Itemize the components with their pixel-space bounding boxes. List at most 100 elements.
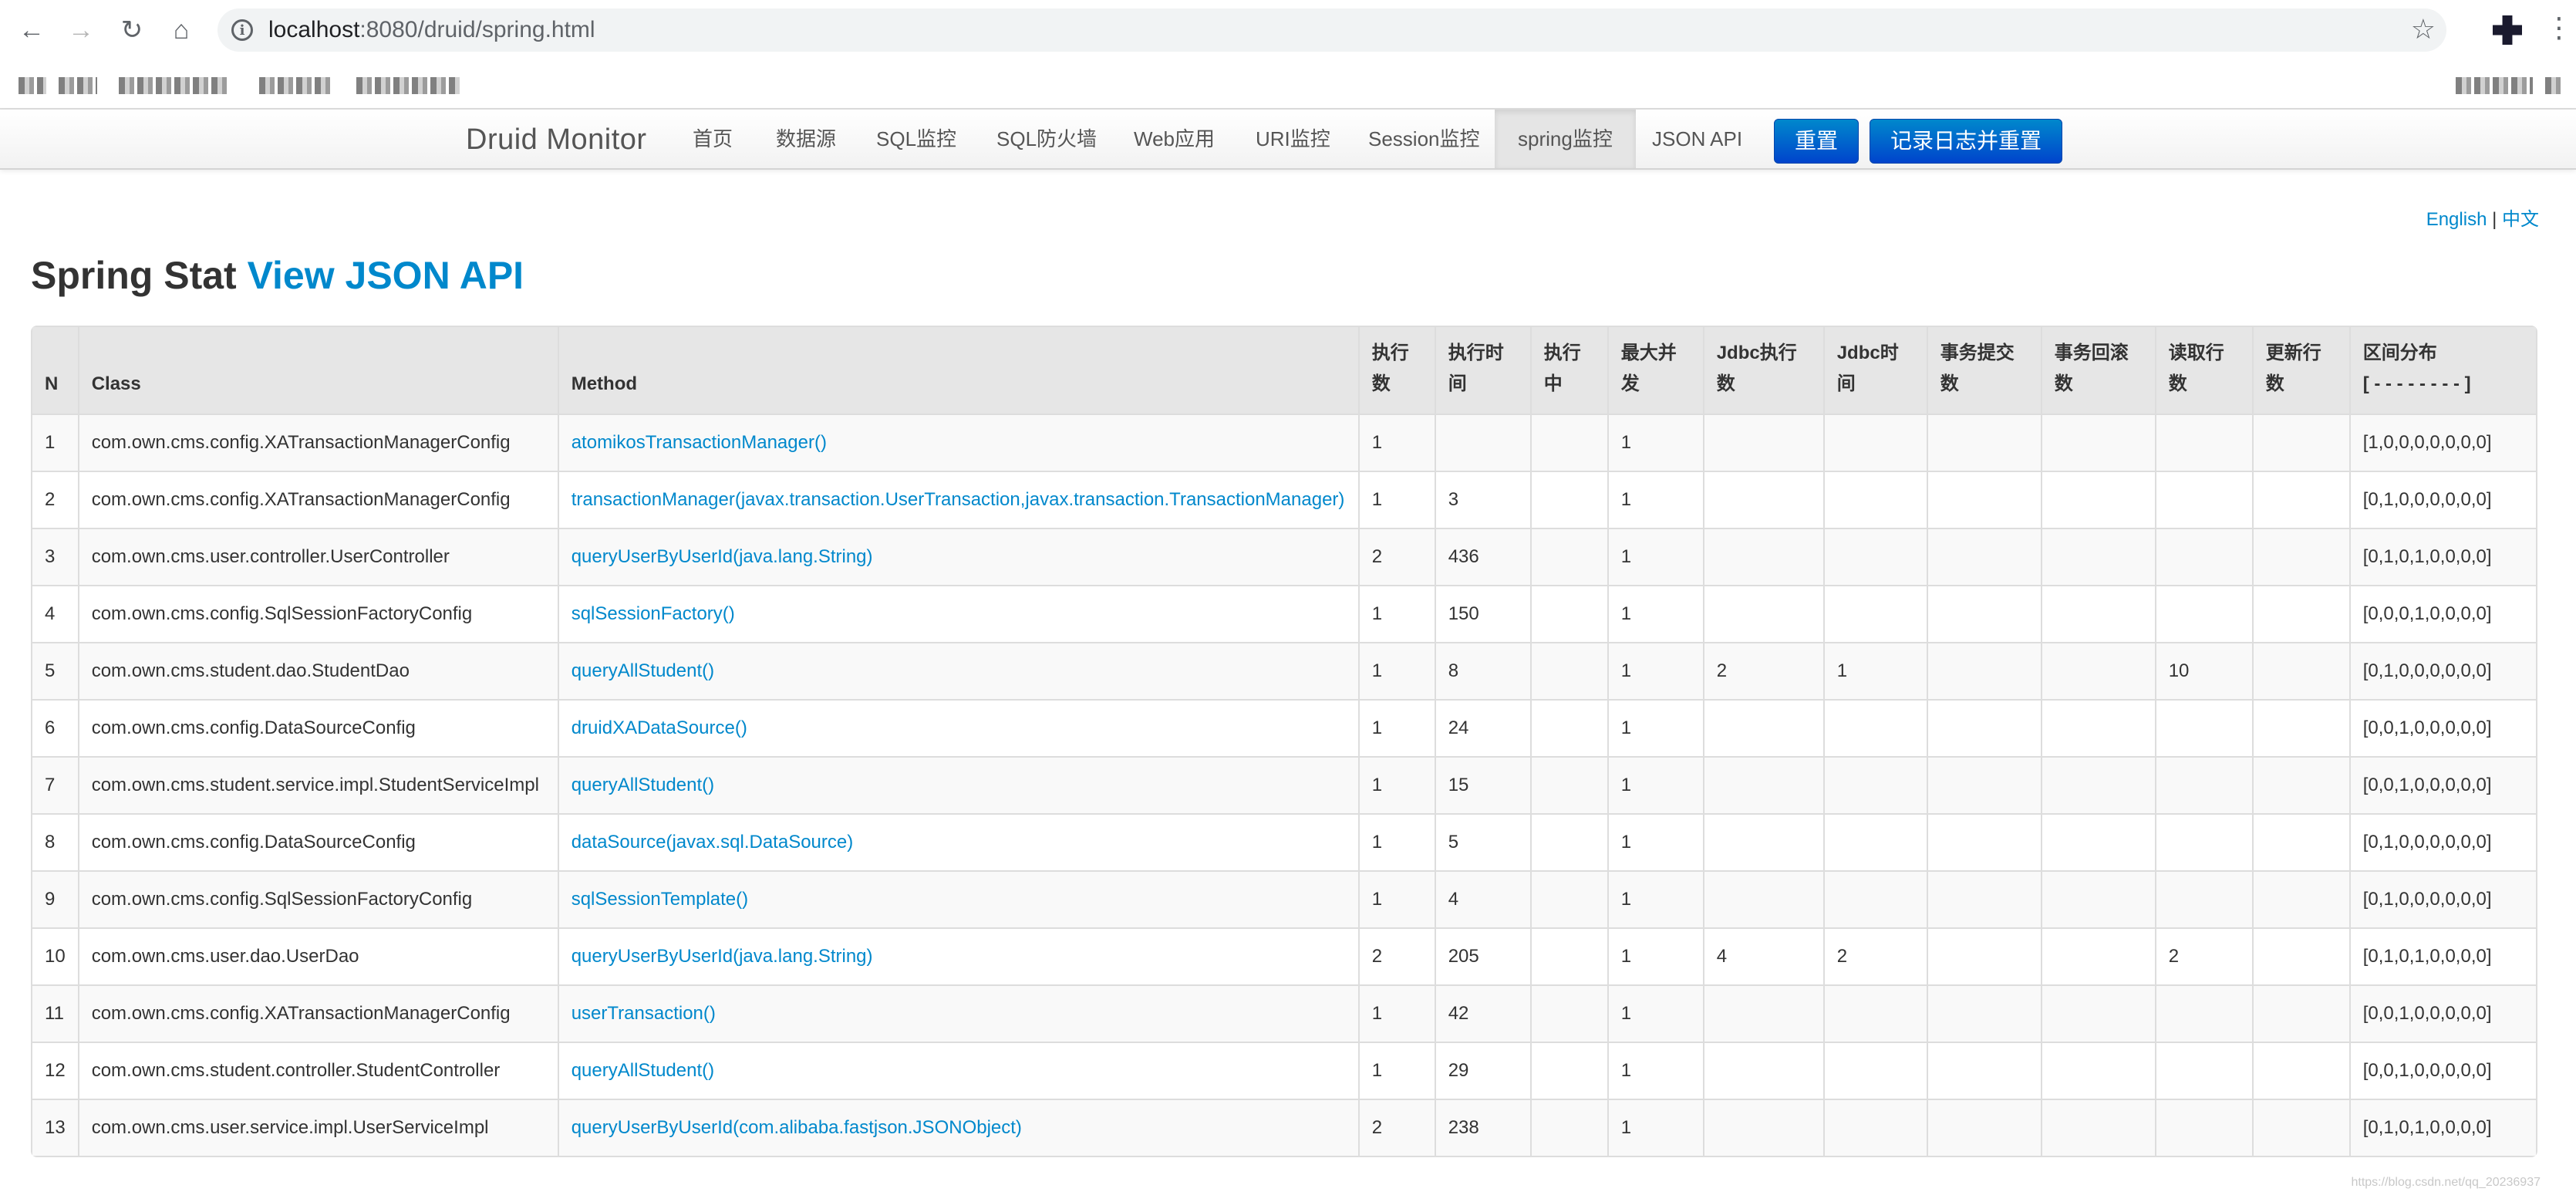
bookmark-item[interactable] [2456, 77, 2533, 94]
back-arrow-icon[interactable]: ← [15, 14, 48, 46]
home-icon[interactable]: ⌂ [165, 14, 197, 46]
bookmark-item[interactable] [356, 77, 460, 94]
cell-max-concurrent: 1 [1607, 414, 1703, 471]
cell-tx-rollback [2040, 984, 2155, 1042]
cell-update-rows [2251, 927, 2349, 984]
col-header-update-rows-line1: 更新行 [2265, 343, 2321, 363]
brand-logo[interactable]: Druid Monitor [466, 123, 647, 157]
col-header-exec-time[interactable]: 执行时间 [1434, 327, 1530, 414]
kebab-menu-icon[interactable]: ⋮ [2545, 14, 2573, 42]
nav-item-session-monitor[interactable]: Session监控 [1345, 110, 1503, 168]
col-header-method-label: Method [571, 373, 638, 394]
cell-method-link[interactable]: queryAllStudent() [557, 642, 1358, 699]
cell-histogram: [0,1,0,1,0,0,0,0] [2348, 927, 2536, 984]
cell-n: 10 [32, 927, 78, 984]
reload-icon[interactable]: ↻ [116, 14, 148, 46]
lang-english-link[interactable]: English [2426, 209, 2487, 230]
cell-n: 4 [32, 585, 78, 642]
col-header-tx-rollback[interactable]: 事务回滚数 [2040, 327, 2155, 414]
col-header-jdbc-exec[interactable]: Jdbc执行数 [1702, 327, 1823, 414]
col-header-exec-count-line2: 数 [1371, 373, 1391, 394]
forward-arrow-icon[interactable]: → [65, 14, 97, 46]
info-icon[interactable]: i [231, 19, 253, 41]
cell-method-link[interactable]: sqlSessionFactory() [557, 585, 1358, 642]
col-header-class[interactable]: Class [77, 327, 558, 414]
extension-icon[interactable] [2493, 15, 2522, 45]
col-header-exec-count-line1: 执行 [1371, 343, 1409, 363]
col-header-read-rows[interactable]: 读取行数 [2154, 327, 2252, 414]
cell-exec-count: 1 [1357, 984, 1435, 1042]
bookmark-overflow[interactable] [2545, 77, 2562, 94]
col-header-update-rows[interactable]: 更新行数 [2251, 327, 2349, 414]
col-header-running[interactable]: 执行中 [1529, 327, 1607, 414]
nav-item-datasource[interactable]: 数据源 [753, 110, 859, 168]
cell-exec-count: 1 [1357, 756, 1435, 813]
cell-tx-commit [1926, 984, 2041, 1042]
nav-item-json-api[interactable]: JSON API [1629, 110, 1765, 168]
address-bar[interactable]: i localhost:8080/druid/spring.html ☆ [217, 8, 2446, 52]
col-header-read-rows-line2: 数 [2168, 373, 2187, 394]
cell-update-rows [2251, 984, 2349, 1042]
cell-tx-rollback [2040, 813, 2155, 870]
view-json-api-link[interactable]: View JSON API [248, 254, 524, 297]
cell-method-link[interactable]: queryAllStudent() [557, 756, 1358, 813]
bookmark-item[interactable] [259, 77, 333, 94]
cell-method-link[interactable]: queryUserByUserId(java.lang.String) [557, 528, 1358, 585]
nav-item-web-app[interactable]: Web应用 [1111, 110, 1238, 168]
cell-method-link[interactable]: druidXADataSource() [557, 699, 1358, 756]
cell-n: 11 [32, 984, 78, 1042]
bookmark-item[interactable] [19, 77, 46, 94]
col-header-n[interactable]: N [32, 327, 78, 414]
cell-update-rows [2251, 756, 2349, 813]
reset-button[interactable]: 重置 [1774, 119, 1860, 164]
cell-max-concurrent: 1 [1607, 813, 1703, 870]
col-header-jdbc-time-line2: 间 [1836, 373, 1856, 394]
cell-exec-time: 150 [1434, 585, 1530, 642]
url-host: localhost [268, 17, 360, 42]
cell-running [1529, 813, 1607, 870]
nav-item-sql-monitor[interactable]: SQL监控 [853, 110, 979, 168]
col-header-max-concurrent[interactable]: 最大并发 [1607, 327, 1703, 414]
cell-method-link[interactable]: userTransaction() [557, 984, 1358, 1042]
cell-tx-rollback [2040, 870, 2155, 927]
cell-method-link[interactable]: queryUserByUserId(com.alibaba.fastjson.J… [557, 1099, 1358, 1156]
cell-tx-rollback [2040, 699, 2155, 756]
cell-n: 12 [32, 1042, 78, 1099]
nav-item-sql-firewall[interactable]: SQL防火墙 [973, 110, 1120, 168]
cell-tx-commit [1926, 870, 2041, 927]
col-header-exec-count[interactable]: 执行数 [1357, 327, 1435, 414]
cell-read-rows [2154, 984, 2252, 1042]
cell-histogram: [0,0,1,0,0,0,0,0] [2348, 1042, 2536, 1099]
col-header-tx-commit[interactable]: 事务提交数 [1926, 327, 2041, 414]
log-and-reset-button[interactable]: 记录日志并重置 [1870, 119, 2063, 164]
lang-chinese-link[interactable]: 中文 [2502, 209, 2539, 230]
cell-method-link[interactable]: transactionManager(javax.transaction.Use… [557, 471, 1358, 528]
bookmark-item[interactable] [59, 77, 97, 94]
cell-n: 3 [32, 528, 78, 585]
cell-jdbc-time [1822, 813, 1927, 870]
cell-tx-rollback [2040, 1099, 2155, 1156]
cell-exec-time: 5 [1434, 813, 1530, 870]
nav-item-home[interactable]: 首页 [669, 110, 756, 168]
cell-method-link[interactable]: dataSource(javax.sql.DataSource) [557, 813, 1358, 870]
url-text[interactable]: localhost:8080/druid/spring.html [268, 16, 595, 44]
table-row: 3 com.own.cms.user.controller.UserControl… [32, 528, 2536, 585]
bookmark-item[interactable] [119, 77, 230, 94]
nav-item-uri-monitor[interactable]: URI监控 [1232, 110, 1354, 168]
cell-method-link[interactable]: sqlSessionTemplate() [557, 870, 1358, 927]
col-header-jdbc-time[interactable]: Jdbc时间 [1822, 327, 1927, 414]
cell-method-link[interactable]: queryAllStudent() [557, 1042, 1358, 1099]
cell-histogram: [0,1,0,0,0,0,0,0] [2348, 870, 2536, 927]
cell-tx-commit [1926, 813, 2041, 870]
col-header-method[interactable]: Method [557, 327, 1358, 414]
star-icon[interactable]: ☆ [2411, 13, 2436, 46]
cell-method-link[interactable]: atomikosTransactionManager() [557, 414, 1358, 471]
cell-n: 1 [32, 414, 78, 471]
col-header-histogram-line1: 区间分布 [2362, 343, 2437, 363]
cell-exec-count: 1 [1357, 642, 1435, 699]
nav-item-spring-monitor[interactable]: spring监控 [1495, 110, 1636, 168]
col-header-histogram[interactable]: 区间分布 [ - - - - - - - - ] [2348, 327, 2536, 414]
col-header-class-label: Class [91, 373, 141, 394]
cell-class: com.own.cms.config.SqlSessionFactoryConf… [77, 870, 558, 927]
cell-method-link[interactable]: queryUserByUserId(java.lang.String) [557, 927, 1358, 984]
